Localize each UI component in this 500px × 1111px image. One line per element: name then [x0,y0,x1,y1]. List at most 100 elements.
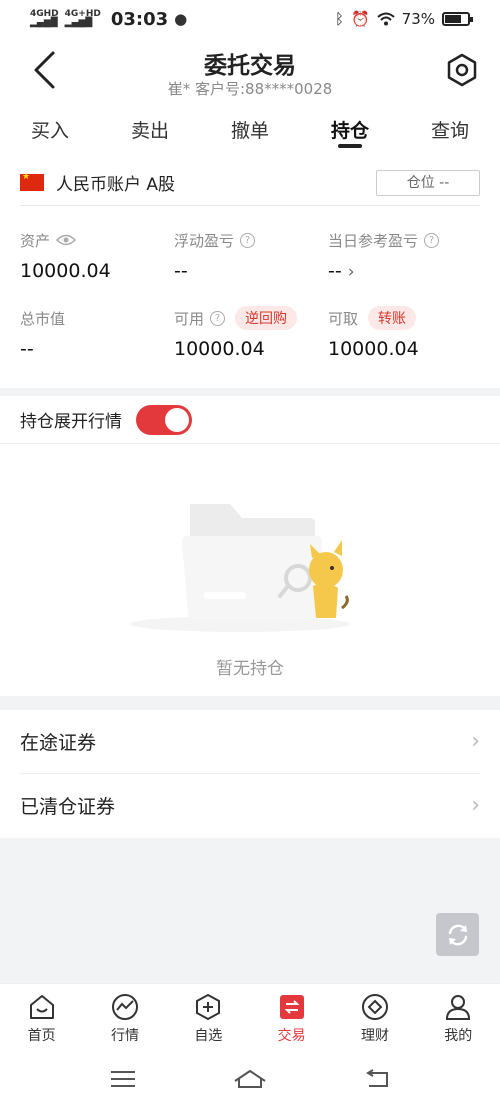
account-card: 人民币账户 A股 仓位 -- 资产 10000.04 浮动盈亏 ? -- 当日参… [0,150,500,388]
tab-sell[interactable]: 卖出 [100,102,200,150]
nav-wealth[interactable]: 理财 [333,984,416,1047]
toggle-knob [165,407,189,432]
account-row: 人民币账户 A股 仓位 -- [20,160,480,206]
chevron-right-icon: › [471,728,480,754]
list-item-cleared[interactable]: 已清仓证券 › [20,774,480,836]
home-icon [27,992,57,1022]
bottom-nav: 首页 行情 自选 交易 理财 我的 [0,983,500,1047]
chart-icon [110,992,140,1022]
tab-positions[interactable]: 持仓 [300,102,400,150]
stat-assets-label: 资产 [20,231,51,250]
clock-time: 03:03 [110,8,169,30]
expand-quotes-row: 持仓展开行情 [0,396,500,444]
chevron-right-icon: › [471,792,480,818]
tab-cancel[interactable]: 撤单 [200,102,300,150]
battery-percent: 73% [401,10,435,28]
stat-assets-label-row: 资产 [20,230,111,250]
expand-quotes-label: 持仓展开行情 [20,412,122,432]
help-icon[interactable]: ? [210,310,226,326]
wechat-icon: ● [174,10,188,28]
nav-profile[interactable]: 我的 [417,984,500,1047]
help-icon[interactable]: ? [424,232,440,248]
stat-floating-pnl: 浮动盈亏 ? -- [174,230,256,282]
stat-daily-pnl-label-row: 当日参考盈亏 ? [328,230,440,250]
account-name: 人民币账户 A股 [56,175,176,195]
nav-market[interactable]: 行情 [83,984,166,1047]
battery-icon [442,12,473,26]
alarm-icon: ⏰ [350,10,370,28]
stat-floating-pnl-label-row: 浮动盈亏 ? [174,230,256,250]
stat-available-value: 10000.04 [174,338,265,360]
reverse-repo-button[interactable]: 逆回购 [235,306,298,330]
nav-trade[interactable]: 交易 [250,984,333,1047]
refresh-icon [448,924,467,945]
gear-icon [447,53,477,87]
expand-quotes-toggle[interactable] [136,404,192,435]
list-item-in-transit[interactable]: 在途证券 › [20,710,480,772]
status-bar: 4GHD ▂▄▆█ 4G+HD ▂▄▆█ 03:03 ● ᛒ ⏰ 73% [0,0,500,38]
stat-market-value-label: 总市值 [20,309,66,328]
position-button[interactable]: 仓位 -- [376,169,480,196]
stat-withdrawable: 可取 转账 10000.04 [328,306,419,360]
nav-label: 行情 [110,1028,139,1044]
profile-icon [443,992,473,1022]
help-icon[interactable]: ? [240,232,256,248]
stat-withdrawable-value: 10000.04 [328,338,419,360]
stat-daily-pnl[interactable]: 当日参考盈亏 ? -- › [328,230,440,282]
chevron-right-icon: › [347,262,355,282]
back-icon [365,1069,388,1087]
status-left: 4GHD ▂▄▆█ 4G+HD ▂▄▆█ 03:03 ● [30,9,187,30]
customer-info: 崔* 客户号:88****0028 [167,80,333,98]
tab-query[interactable]: 查询 [400,102,500,150]
stat-available-label-row: 可用 ? 逆回购 [174,306,298,330]
empty-folder-illustration [130,504,350,632]
stat-market-value-value: -- [20,338,34,360]
wealth-icon [360,992,390,1022]
refresh-button[interactable] [436,913,479,956]
status-right: ᛒ ⏰ 73% [334,10,473,28]
settings-button[interactable] [442,50,482,90]
securities-list: 在途证券 › 已清仓证券 › [0,710,500,838]
nav-home[interactable]: 首页 [0,984,83,1047]
stat-daily-pnl-value: -- [328,260,342,282]
nav-label: 自选 [194,1028,223,1044]
empty-state: 暂无持仓 [0,444,500,696]
tab-buy[interactable]: 买入 [0,102,100,150]
system-menu-button[interactable] [98,1059,148,1099]
nav-label: 首页 [27,1028,56,1044]
stat-assets: 资产 10000.04 [20,230,111,283]
app-header: 委托交易 崔* 客户号:88****0028 [0,38,500,102]
home-outline-icon [234,1069,266,1088]
trade-icon [277,992,307,1022]
page-title: 委托交易 [204,53,296,79]
stat-withdrawable-label-row: 可取 转账 [328,306,419,330]
list-item-label: 在途证券 [20,731,97,754]
stat-market-value-label-row: 总市值 [20,308,65,328]
system-home-button[interactable] [225,1059,275,1099]
stat-market-value: 总市值 -- [20,308,65,361]
stat-available-label: 可用 [174,309,205,328]
list-item-label: 已清仓证券 [20,795,116,818]
plus-icon [193,992,223,1022]
system-back-button[interactable] [352,1059,402,1099]
signal-indicator-1: 4GHD ▂▄▆█ [30,9,59,28]
bluetooth-icon: ᛒ [334,10,344,28]
china-flag-icon [20,172,44,191]
menu-icon [111,1071,136,1087]
stat-withdrawable-label: 可取 [328,309,359,328]
stat-floating-pnl-value: -- [174,260,188,282]
nav-label: 交易 [277,1028,306,1044]
stat-daily-pnl-value-row: -- › [328,260,439,282]
wifi-icon [376,12,395,26]
stat-floating-pnl-label: 浮动盈亏 [174,231,235,250]
trade-tabs: 买入 卖出 撤单 持仓 查询 [0,102,500,150]
nav-label: 理财 [360,1028,389,1044]
eye-icon[interactable] [56,233,77,247]
transfer-button[interactable]: 转账 [368,306,417,330]
system-nav-bar [0,1047,500,1111]
nav-watchlist[interactable]: 自选 [167,984,250,1047]
nav-label: 我的 [444,1028,473,1044]
stat-daily-pnl-label: 当日参考盈亏 [328,231,419,250]
empty-state-text: 暂无持仓 [216,659,284,679]
stat-available: 可用 ? 逆回购 10000.04 [174,306,298,360]
